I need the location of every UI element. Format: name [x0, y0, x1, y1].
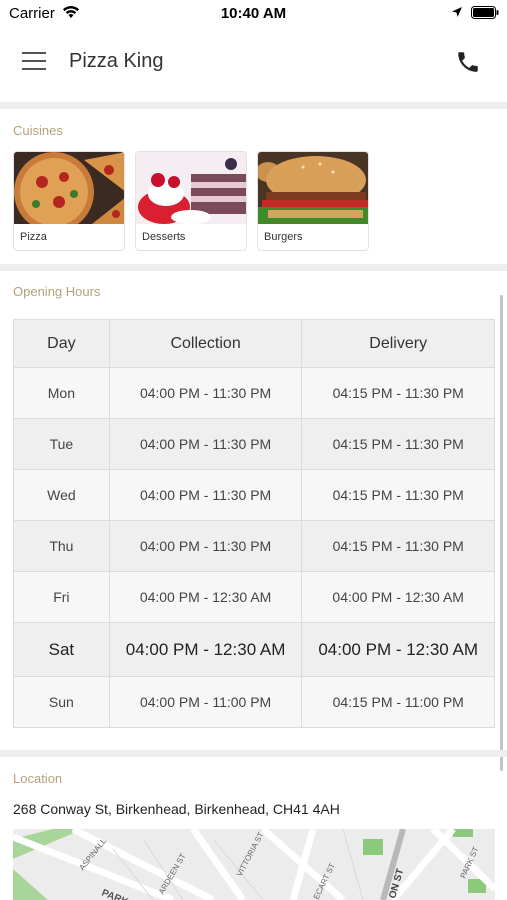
cuisine-label: Desserts — [142, 231, 186, 243]
column-header-day: Day — [13, 319, 110, 368]
day-cell: Mon — [13, 367, 110, 419]
address-text: 268 Conway St, Birkenhead, Birkenhead, C… — [13, 801, 340, 817]
collection-hours-cell: 04:00 PM - 11:30 PM — [108, 418, 303, 470]
delivery-hours-cell: 04:00 PM - 12:30 AM — [301, 622, 495, 677]
table-row: Tue 04:00 PM - 11:30 PM 04:15 PM - 11:30… — [13, 418, 495, 470]
delivery-hours-cell: 04:15 PM - 11:30 PM — [301, 469, 495, 521]
opening-hours-title: Opening Hours — [13, 284, 101, 299]
phone-icon[interactable] — [455, 49, 481, 75]
day-cell: Fri — [13, 571, 110, 623]
table-row: Wed 04:00 PM - 11:30 PM 04:15 PM - 11:30… — [13, 469, 495, 521]
status-bar: Carrier 10:40 AM — [0, 0, 507, 28]
cuisine-label: Pizza — [20, 231, 47, 243]
collection-hours-cell: 04:00 PM - 12:30 AM — [108, 622, 303, 677]
cuisine-card-burgers[interactable]: Burgers — [257, 151, 369, 251]
hamburger-menu-icon[interactable] — [22, 52, 48, 74]
collection-hours-cell: 04:00 PM - 11:00 PM — [108, 676, 303, 728]
collection-hours-cell: 04:00 PM - 12:30 AM — [108, 571, 303, 623]
page-title: Pizza King — [69, 50, 164, 72]
table-row: Thu 04:00 PM - 11:30 PM 04:15 PM - 11:30… — [13, 520, 495, 572]
cuisine-card-desserts[interactable]: Desserts — [135, 151, 247, 251]
desserts-image — [136, 152, 246, 224]
delivery-hours-cell: 04:15 PM - 11:30 PM — [301, 418, 495, 470]
delivery-hours-cell: 04:15 PM - 11:00 PM — [301, 676, 495, 728]
app-header: Pizza King — [0, 28, 507, 102]
status-time: 10:40 AM — [220, 5, 287, 22]
location-arrow-icon — [452, 7, 462, 17]
collection-hours-cell: 04:00 PM - 11:30 PM — [108, 520, 303, 572]
pizza-image — [14, 152, 124, 224]
table-header-row: Day Collection Delivery — [13, 319, 495, 368]
delivery-hours-cell: 04:00 PM - 12:30 AM — [301, 571, 495, 623]
cuisine-card-pizza[interactable]: Pizza — [13, 151, 125, 251]
column-header-collection: Collection — [108, 319, 303, 368]
table-row: Mon 04:00 PM - 11:30 PM 04:15 PM - 11:30… — [13, 367, 495, 419]
day-cell: Thu — [13, 520, 110, 572]
battery-icon — [471, 6, 499, 19]
table-row: Fri 04:00 PM - 12:30 AM 04:00 PM - 12:30… — [13, 571, 495, 623]
day-cell: Tue — [13, 418, 110, 470]
cuisines-title: Cuisines — [13, 123, 63, 138]
section-divider — [0, 264, 507, 271]
location-map[interactable]: ASPINALL PARK ARDEEN ST VITTORIA ST ECAR… — [13, 829, 495, 900]
cuisine-label: Burgers — [264, 231, 303, 243]
collection-hours-cell: 04:00 PM - 11:30 PM — [108, 469, 303, 521]
section-divider — [0, 750, 507, 757]
table-row: Sun 04:00 PM - 11:00 PM 04:15 PM - 11:00… — [13, 676, 495, 728]
table-row-today: Sat 04:00 PM - 12:30 AM 04:00 PM - 12:30… — [13, 622, 495, 677]
burgers-image — [258, 152, 368, 224]
delivery-hours-cell: 04:15 PM - 11:30 PM — [301, 367, 495, 419]
location-title: Location — [13, 771, 63, 786]
day-cell: Wed — [13, 469, 110, 521]
collection-hours-cell: 04:00 PM - 11:30 PM — [108, 367, 303, 419]
section-divider — [0, 102, 507, 109]
delivery-hours-cell: 04:15 PM - 11:30 PM — [301, 520, 495, 572]
scrollbar[interactable] — [500, 295, 503, 771]
opening-hours-table: Day Collection Delivery Mon 04:00 PM - 1… — [13, 319, 495, 728]
day-cell: Sat — [13, 622, 110, 677]
day-cell: Sun — [13, 676, 110, 728]
column-header-delivery: Delivery — [301, 319, 495, 368]
